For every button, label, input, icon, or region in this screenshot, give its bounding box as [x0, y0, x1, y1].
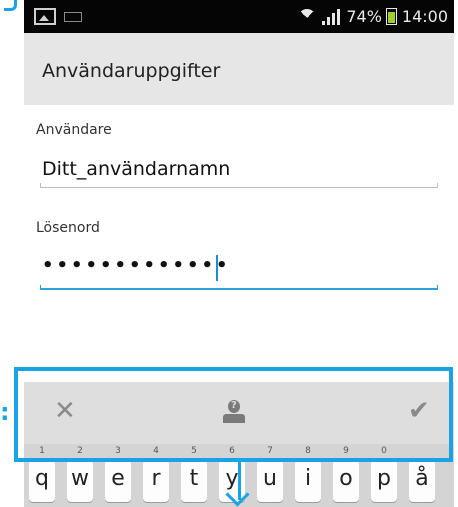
key-p[interactable]: 0p [371, 446, 397, 502]
password-field-value[interactable]: ••••••••••••• [42, 255, 231, 276]
key-q[interactable]: 1q [29, 446, 55, 502]
status-indicators: 74% 14:00 [298, 6, 448, 27]
battery-icon [385, 8, 397, 25]
key-o[interactable]: 9o [333, 446, 359, 502]
status-bar: 74% 14:00 [24, 0, 454, 33]
image-notification-icon [34, 8, 56, 25]
password-field[interactable] [40, 282, 438, 290]
text-cursor [216, 255, 218, 281]
wifi-icon [298, 8, 317, 27]
highlight-box [14, 367, 453, 462]
username-field-value[interactable]: Ditt_användarnamn [42, 158, 230, 180]
highlight-corner-mark [4, 0, 17, 11]
clock: 14:00 [401, 7, 448, 26]
key-r[interactable]: 4r [143, 446, 169, 502]
battery-percent: 74% [346, 7, 382, 26]
key-i[interactable]: 8i [295, 446, 321, 502]
title-bar: Användaruppgifter [24, 33, 454, 105]
username-label: Användare [36, 122, 112, 138]
password-label: Lösenord [36, 220, 100, 236]
username-field[interactable] [40, 180, 438, 188]
highlight-marker: : [0, 398, 10, 426]
key-w[interactable]: 2w [67, 446, 93, 502]
key-e[interactable]: 3e [105, 446, 131, 502]
signal-icon [322, 8, 341, 25]
keyboard-notification-icon [64, 12, 82, 22]
key-aring[interactable]: å [409, 460, 435, 502]
key-u[interactable]: 7u [257, 446, 283, 502]
key-t[interactable]: 5t [181, 446, 207, 502]
page-title: Användaruppgifter [42, 60, 221, 82]
